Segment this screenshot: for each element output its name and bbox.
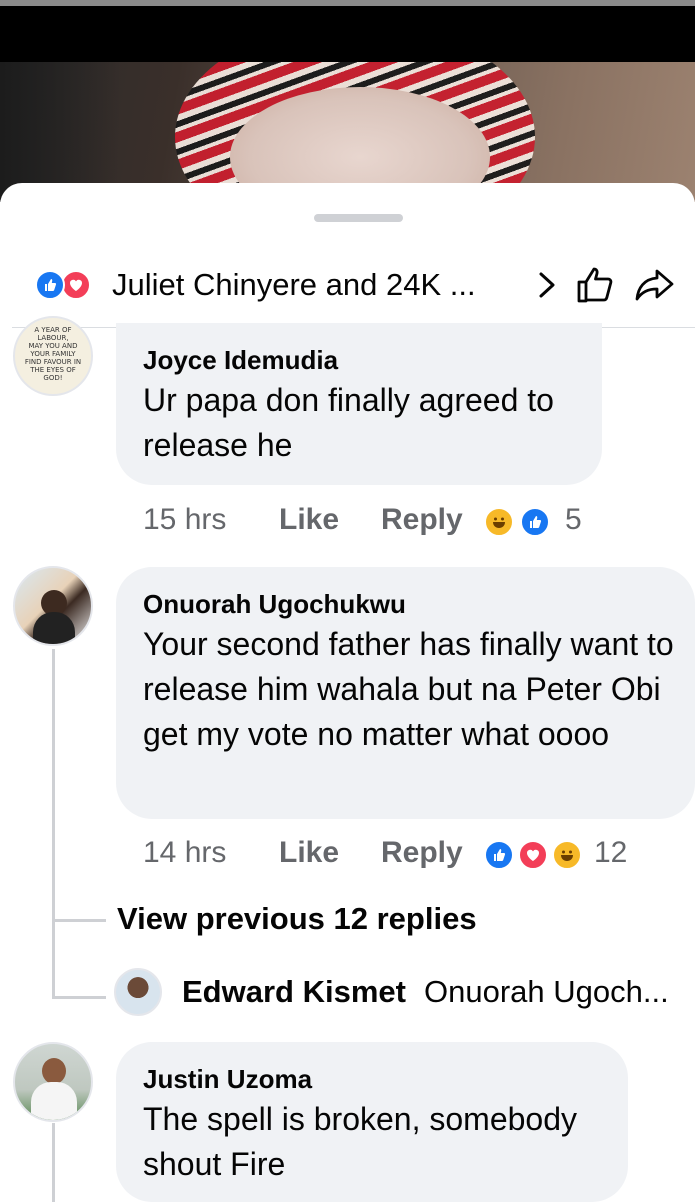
thumbs-up-icon[interactable] <box>574 263 618 307</box>
haha-icon[interactable] <box>552 840 582 870</box>
comments-sheet: Juliet Chinyere and 24K ... A YEAR OF LA… <box>0 183 695 1202</box>
comment-bubble[interactable]: Justin Uzoma The spell is broken, somebo… <box>116 1042 628 1202</box>
comment-bubble[interactable]: Onuorah Ugochukwu Your second father has… <box>116 567 695 819</box>
view-previous-replies[interactable]: View previous 12 replies <box>117 901 477 937</box>
drag-handle[interactable] <box>314 214 403 222</box>
comment-author[interactable]: Joyce Idemudia <box>143 345 338 376</box>
chevron-right-icon[interactable] <box>532 267 562 303</box>
avatar[interactable] <box>13 1042 93 1122</box>
like-link[interactable]: Like <box>279 503 339 537</box>
thread-branch <box>52 996 106 999</box>
avatar-text: A YEAR OF LABOUR, MAY YOU AND YOUR FAMIL… <box>24 326 82 382</box>
thread-line <box>52 1123 55 1202</box>
comment-time: 14 hrs <box>143 836 227 869</box>
top-black-bar <box>0 6 695 62</box>
post-photo[interactable] <box>0 62 695 202</box>
like-icon <box>35 270 65 300</box>
like-icon[interactable] <box>484 840 514 870</box>
comment-bubble[interactable]: Joyce Idemudia Ur papa don finally agree… <box>116 323 602 485</box>
like-link[interactable]: Like <box>279 836 339 870</box>
haha-icon[interactable] <box>484 507 514 537</box>
share-icon[interactable] <box>632 263 678 307</box>
love-icon <box>61 270 91 300</box>
comment-text: Your second father has finally want to r… <box>143 626 674 752</box>
reply-author[interactable]: Edward Kismet <box>182 974 406 1010</box>
reaction-icons <box>35 270 107 300</box>
comment-text: The spell is broken, somebody shout Fire <box>143 1101 577 1182</box>
comment-author[interactable]: Onuorah Ugochukwu <box>143 589 406 620</box>
reaction-count: 12 <box>594 836 628 869</box>
reply-link[interactable]: Reply <box>381 503 463 537</box>
reaction-count: 5 <box>565 503 582 536</box>
comment-time: 15 hrs <box>143 503 227 536</box>
reactions-bar[interactable]: Juliet Chinyere and 24K ... <box>0 259 695 311</box>
comment-text: Ur papa don finally agreed to release he <box>143 382 554 463</box>
reactions-summary[interactable]: Juliet Chinyere and 24K ... <box>112 267 476 303</box>
avatar[interactable] <box>13 566 93 646</box>
comment-author[interactable]: Justin Uzoma <box>143 1064 312 1095</box>
love-icon[interactable] <box>518 840 548 870</box>
thread-branch <box>52 919 106 922</box>
avatar[interactable] <box>114 968 162 1016</box>
avatar[interactable]: A YEAR OF LABOUR, MAY YOU AND YOUR FAMIL… <box>13 316 93 396</box>
reply-snippet[interactable]: Onuorah Ugoch... <box>424 974 669 1010</box>
reply-link[interactable]: Reply <box>381 836 463 870</box>
like-icon[interactable] <box>520 507 550 537</box>
thread-line <box>52 649 55 999</box>
